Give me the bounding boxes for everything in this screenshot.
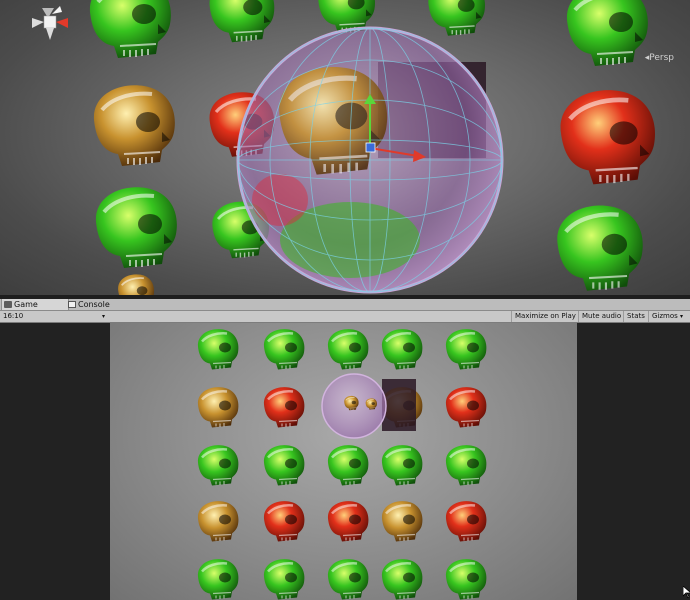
scene-skull[interactable] (207, 0, 276, 44)
scene-skull[interactable] (557, 206, 642, 291)
scene-skull[interactable] (87, 0, 173, 60)
game-skull[interactable] (380, 327, 424, 371)
stats-button[interactable]: Stats (623, 311, 648, 322)
game-viewport[interactable] (110, 323, 577, 600)
tab-game[interactable]: Game (1, 299, 69, 310)
chevron-down-icon: ▾ (680, 313, 684, 320)
game-skull[interactable] (444, 499, 488, 543)
game-skull[interactable] (444, 327, 488, 371)
maximize-on-play-button[interactable]: Maximize on Play (511, 311, 578, 322)
game-skull[interactable] (326, 499, 370, 543)
game-skull[interactable] (380, 443, 424, 487)
game-skull[interactable] (444, 385, 488, 429)
orientation-gizmo[interactable] (0, 0, 70, 62)
game-skull[interactable] (262, 385, 306, 429)
game-skull[interactable] (262, 443, 306, 487)
gizmos-dropdown[interactable]: Gizmos ▾ (648, 311, 690, 322)
scene-skull[interactable] (561, 90, 655, 184)
scene-view[interactable]: ◂Persp (0, 0, 690, 295)
game-skull[interactable] (262, 499, 306, 543)
game-toolbar: 16:10 ▾ Maximize on Play Mute audio Stat… (0, 311, 690, 323)
gizmo-neg-y-icon[interactable] (46, 28, 54, 40)
tab-console[interactable]: Console (66, 299, 132, 310)
game-skull[interactable] (196, 443, 240, 487)
scene-skull[interactable] (426, 0, 487, 38)
game-skull[interactable] (196, 557, 240, 600)
tab-console-label: Console (78, 300, 110, 309)
game-controller-icon (4, 301, 12, 308)
game-glass-sphere[interactable] (321, 373, 416, 439)
tab-game-label: Game (14, 300, 38, 309)
scene-skull[interactable] (91, 83, 177, 168)
game-skull[interactable] (326, 443, 370, 487)
game-skull[interactable] (380, 557, 424, 600)
scene-skull[interactable] (567, 0, 648, 66)
game-skull[interactable] (196, 327, 240, 371)
game-skull[interactable] (444, 443, 488, 487)
game-skull[interactable] (196, 499, 240, 543)
game-skull[interactable] (262, 557, 306, 600)
game-skull[interactable] (380, 499, 424, 543)
game-view[interactable] (0, 323, 690, 600)
scene-canvas[interactable] (0, 0, 690, 295)
game-canvas[interactable] (110, 323, 577, 600)
gizmo-x-axis-icon[interactable] (56, 18, 68, 28)
glass-sphere[interactable] (236, 26, 504, 294)
tab-bar: Game Console (0, 299, 690, 311)
game-skull[interactable] (196, 385, 240, 429)
game-skull[interactable] (326, 557, 370, 600)
console-icon (68, 301, 76, 308)
chevron-down-icon: ▾ (101, 313, 105, 320)
game-skull[interactable] (262, 327, 306, 371)
scene-skull[interactable] (93, 185, 179, 270)
aspect-ratio-dropdown[interactable]: 16:10 ▾ (0, 311, 108, 322)
projection-label[interactable]: ◂Persp (645, 53, 674, 63)
aspect-ratio-value: 16:10 (3, 312, 24, 320)
scene-skull[interactable] (116, 272, 156, 295)
mute-audio-button[interactable]: Mute audio (578, 311, 623, 322)
gizmo-z-axis-icon[interactable] (52, 6, 62, 14)
gizmo-neg-x-icon[interactable] (32, 18, 44, 28)
skull-grid (196, 327, 488, 600)
game-skull[interactable] (326, 327, 370, 371)
gizmos-label: Gizmos (652, 312, 678, 320)
mouse-cursor-icon (683, 586, 690, 598)
game-skull[interactable] (444, 557, 488, 600)
